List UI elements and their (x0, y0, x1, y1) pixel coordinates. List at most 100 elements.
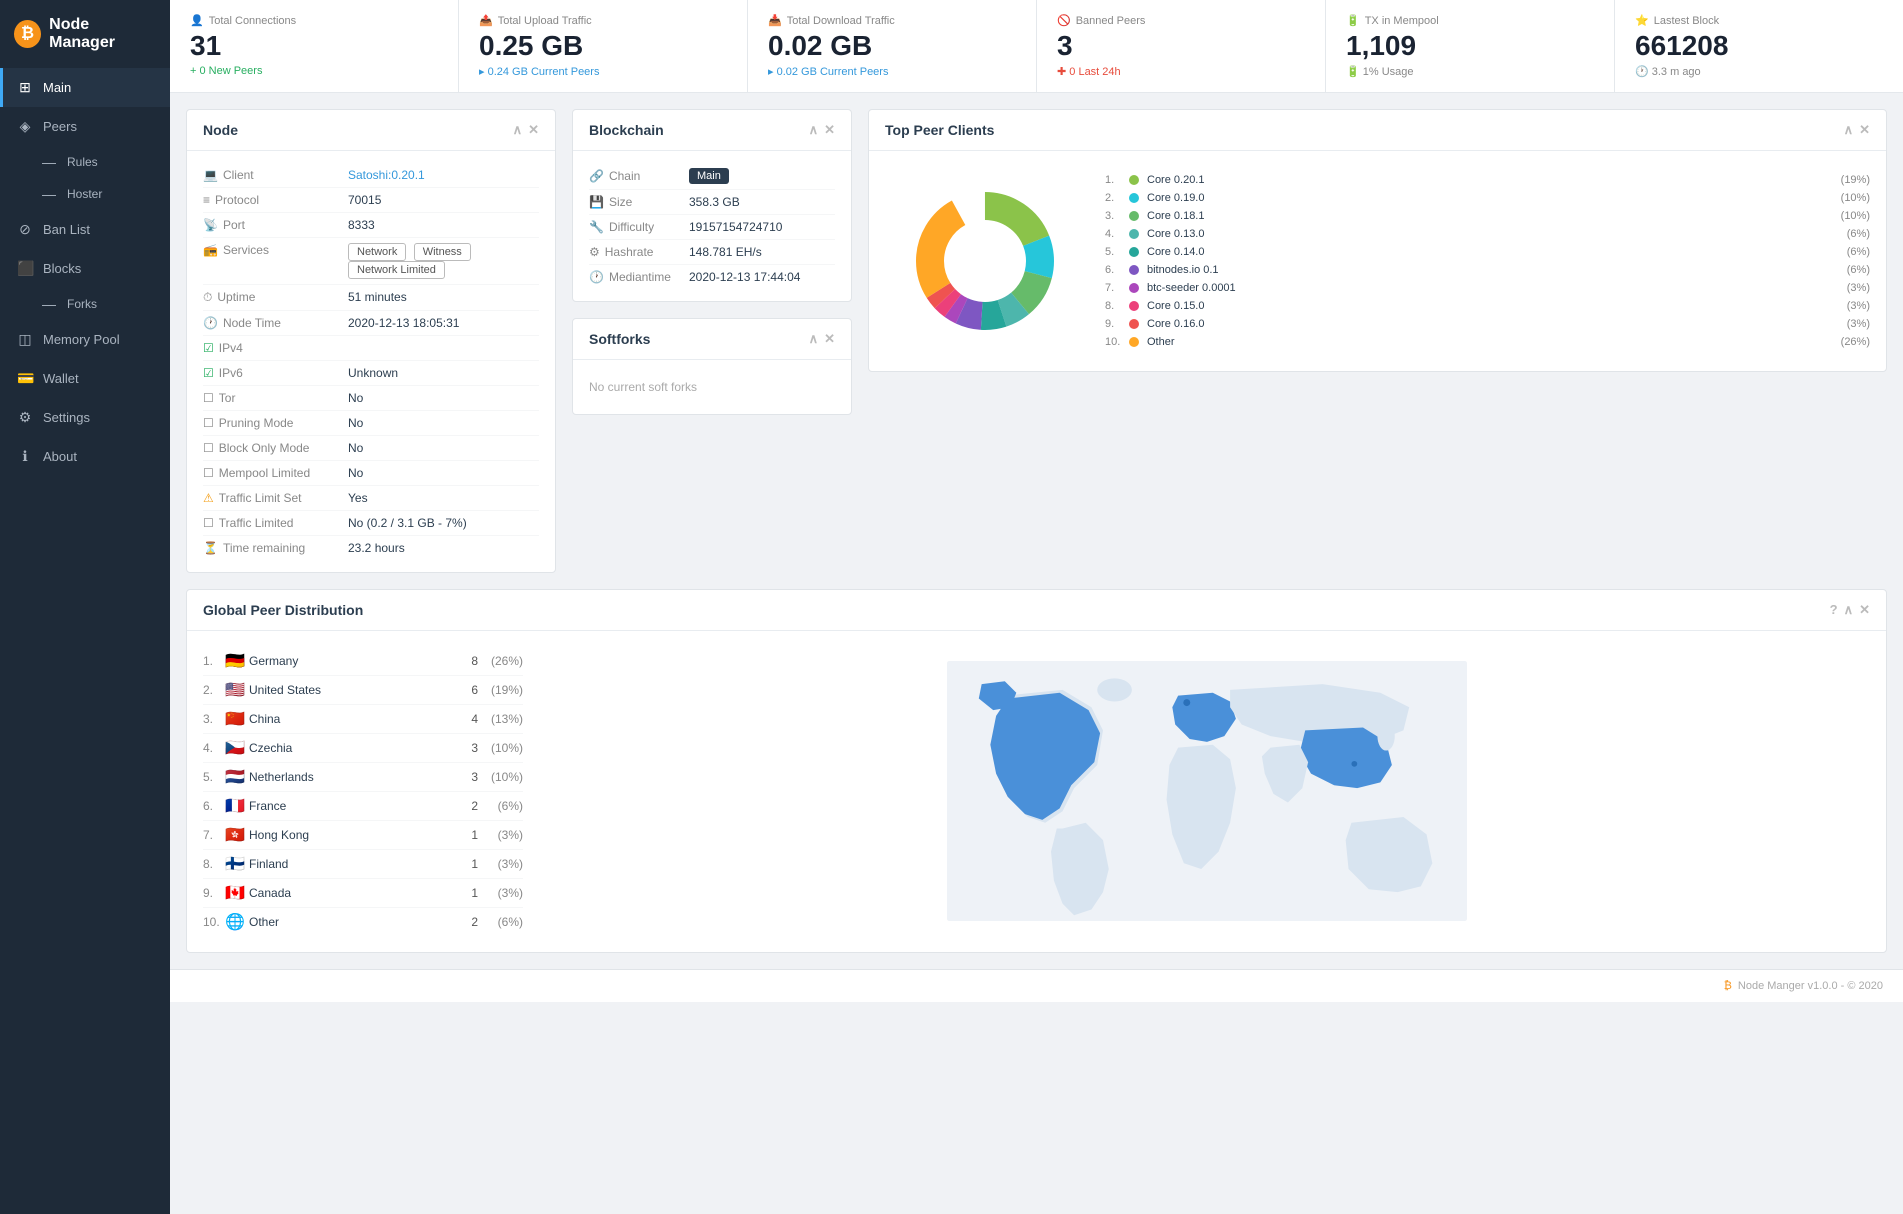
close-icon[interactable]: ✕ (824, 331, 835, 347)
collapse-icon[interactable]: ∧ (1844, 122, 1854, 138)
node-row-protocol: ≡ Protocol 70015 (203, 188, 539, 213)
stat-download: 📥 Total Download Traffic 0.02 GB ▸ 0.02 … (748, 0, 1037, 92)
node-row-memplimited: ☐ Mempool Limited No (203, 461, 539, 486)
country-pct: (10%) (478, 741, 523, 755)
sidebar-item-banlist[interactable]: ⊘ Ban List (0, 210, 170, 249)
country-flag: 🇫🇷 (225, 796, 249, 816)
close-icon[interactable]: ✕ (1859, 602, 1870, 618)
collapse-icon[interactable]: ∧ (1844, 602, 1854, 618)
country-pct: (3%) (478, 828, 523, 842)
sidebar-item-hoster[interactable]: — Hoster (28, 178, 170, 210)
country-rank: 10. (203, 915, 225, 929)
country-rank: 9. (203, 886, 225, 900)
peer-list-item: 9. Core 0.16.0 (3%) (1105, 315, 1870, 333)
mediantime-icon: 🕐 (589, 270, 604, 284)
peer-name: Core 0.16.0 (1147, 318, 1839, 330)
peer-rank: 10. (1105, 336, 1121, 348)
world-map-svg (917, 661, 1497, 921)
connections-icon: 👤 (190, 14, 204, 27)
client-icon: 💻 (203, 168, 218, 182)
peer-name: Core 0.18.1 (1147, 210, 1833, 222)
collapse-icon[interactable]: ∧ (809, 122, 819, 138)
peer-rank: 7. (1105, 282, 1121, 294)
country-flag: 🇨🇳 (225, 709, 249, 729)
sidebar-item-label: Memory Pool (43, 332, 120, 347)
country-flag: 🇨🇦 (225, 883, 249, 903)
country-row: 10. 🌐 Other 2 (6%) (203, 908, 523, 936)
country-flag: 🇺🇸 (225, 680, 249, 700)
node-title: Node (203, 122, 238, 138)
services-icon: 📻 (203, 243, 218, 257)
peer-name: Core 0.14.0 (1147, 246, 1839, 258)
top-peer-title: Top Peer Clients (885, 122, 994, 138)
size-icon: 💾 (589, 195, 604, 209)
country-row: 8. 🇫🇮 Finland 1 (3%) (203, 850, 523, 879)
peer-color-dot (1129, 301, 1139, 311)
country-name: Hong Kong (249, 828, 448, 842)
peer-list-item: 6. bitnodes.io 0.1 (6%) (1105, 261, 1870, 279)
blockchain-card: Blockchain ∧ ✕ 🔗 Chain Main 💾 Size (572, 109, 852, 302)
country-name: Germany (249, 654, 448, 668)
timeremaining-icon: ⏳ (203, 541, 218, 555)
sidebar: ₿ Node Manager ⊞ Main ◈ Peers — Rules — … (0, 0, 170, 1214)
country-name: Czechia (249, 741, 448, 755)
sidebar-item-settings[interactable]: ⚙ Settings (0, 398, 170, 437)
peer-color-dot (1129, 319, 1139, 329)
peer-pct: (3%) (1847, 282, 1870, 294)
sidebar-item-label: Wallet (43, 371, 79, 386)
node-row-timeremaining: ⏳ Time remaining 23.2 hours (203, 536, 539, 560)
sidebar-item-peers[interactable]: ◈ Peers (0, 107, 170, 146)
close-icon[interactable]: ✕ (528, 122, 539, 138)
footer: ₿ Node Manger v1.0.0 - © 2020 (170, 969, 1903, 1002)
sidebar-item-rules[interactable]: — Rules (28, 146, 170, 178)
peer-pct: (3%) (1847, 300, 1870, 312)
peer-rank: 6. (1105, 264, 1121, 276)
stat-mempool-sub: 🔋 1% Usage (1346, 65, 1594, 78)
node-row-ipv4: ☑ IPv4 (203, 336, 539, 361)
country-row: 7. 🇭🇰 Hong Kong 1 (3%) (203, 821, 523, 850)
sidebar-item-wallet[interactable]: 💳 Wallet (0, 359, 170, 398)
country-count: 1 (448, 886, 478, 900)
peer-name: Core 0.13.0 (1147, 228, 1839, 240)
sidebar-item-about[interactable]: ℹ About (0, 437, 170, 476)
peer-list-item: 1. Core 0.20.1 (19%) (1105, 171, 1870, 189)
peer-rank: 5. (1105, 246, 1121, 258)
trafficlimitset-icon: ⚠ (203, 491, 214, 505)
country-name: France (249, 799, 448, 813)
help-icon[interactable]: ? (1830, 602, 1838, 618)
country-pct: (6%) (478, 799, 523, 813)
country-row: 2. 🇺🇸 United States 6 (19%) (203, 676, 523, 705)
sidebar-item-main[interactable]: ⊞ Main (0, 68, 170, 107)
peer-list-item: 7. btc-seeder 0.0001 (3%) (1105, 279, 1870, 297)
global-card-body: 1. 🇩🇪 Germany 8 (26%) 2. 🇺🇸 United State… (187, 631, 1886, 952)
node-row-port: 📡 Port 8333 (203, 213, 539, 238)
main-content: 👤 Total Connections 31 + 0 New Peers 📤 T… (170, 0, 1903, 1214)
country-flag: 🇫🇮 (225, 854, 249, 874)
top-peer-card-controls: ∧ ✕ (1844, 122, 1870, 138)
peer-list-item: 3. Core 0.18.1 (10%) (1105, 207, 1870, 225)
banlist-icon: ⊘ (17, 221, 33, 238)
close-icon[interactable]: ✕ (824, 122, 835, 138)
sidebar-item-blocks[interactable]: ⬛ Blocks (0, 249, 170, 288)
stat-mempool: 🔋 TX in Mempool 1,109 🔋 1% Usage (1326, 0, 1615, 92)
country-count: 2 (448, 915, 478, 929)
stat-connections: 👤 Total Connections 31 + 0 New Peers (170, 0, 459, 92)
close-icon[interactable]: ✕ (1859, 122, 1870, 138)
peer-rank: 9. (1105, 318, 1121, 330)
sidebar-item-label: Hoster (67, 187, 102, 201)
blockchain-card-controls: ∧ ✕ (809, 122, 835, 138)
peer-pct: (10%) (1841, 210, 1870, 222)
sidebar-item-mempool[interactable]: ◫ Memory Pool (0, 320, 170, 359)
sidebar-item-label: Blocks (43, 261, 81, 276)
stat-mempool-value: 1,109 (1346, 31, 1594, 62)
sidebar-item-forks[interactable]: — Forks (28, 288, 170, 320)
country-row: 1. 🇩🇪 Germany 8 (26%) (203, 647, 523, 676)
collapse-icon[interactable]: ∧ (513, 122, 523, 138)
country-pct: (3%) (478, 886, 523, 900)
stat-connections-label: 👤 Total Connections (190, 14, 438, 27)
country-rank: 3. (203, 712, 225, 726)
download-icon: 📥 (768, 14, 782, 27)
country-pct: (6%) (478, 915, 523, 929)
stat-banned-label: 🚫 Banned Peers (1057, 14, 1305, 27)
collapse-icon[interactable]: ∧ (809, 331, 819, 347)
